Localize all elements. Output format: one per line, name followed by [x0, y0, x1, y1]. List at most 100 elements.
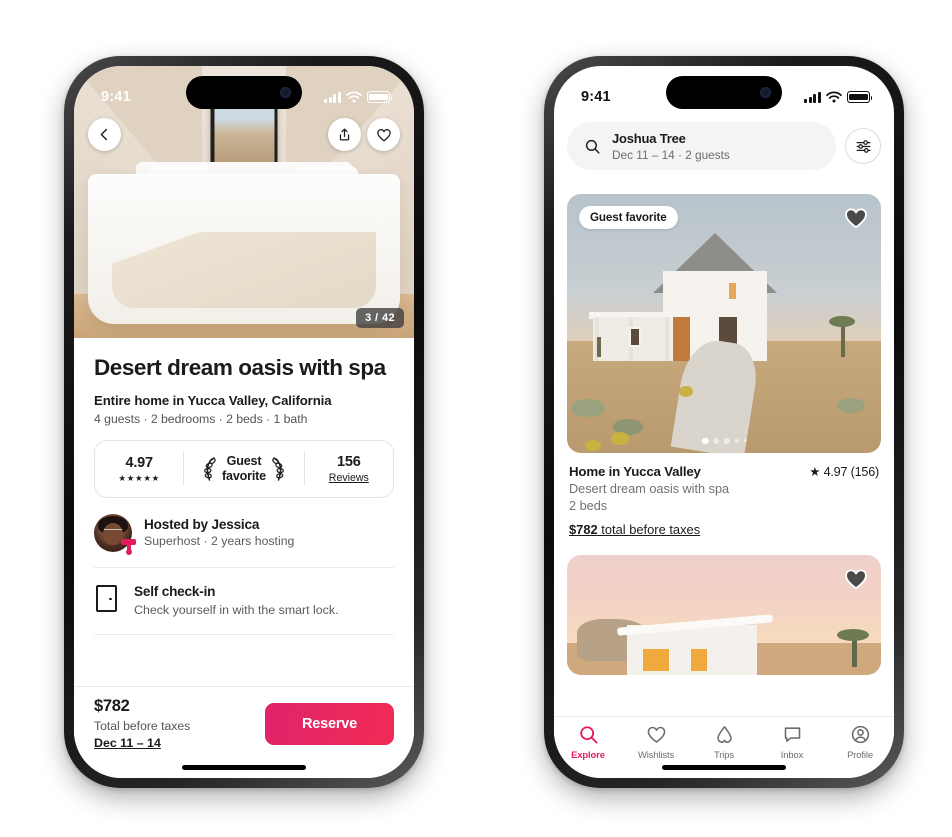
wishlist-heart-button[interactable]: [842, 205, 870, 236]
status-time: 9:41: [581, 89, 611, 105]
tab-explore[interactable]: Explore: [554, 724, 622, 760]
share-button[interactable]: [328, 118, 361, 151]
tab-profile[interactable]: Profile: [826, 724, 894, 760]
reviews-count: 156: [337, 453, 361, 470]
phone-left-listing-detail: 3 / 42 Desert dream oasis with spa Entir…: [64, 56, 424, 788]
guest-favorite-line2: favorite: [222, 468, 266, 483]
phone-left-screen: 3 / 42 Desert dream oasis with spa Entir…: [74, 66, 414, 778]
front-camera-icon: [760, 87, 771, 98]
listing-card-image[interactable]: Guest favorite: [567, 194, 881, 453]
home-indicator: [662, 765, 786, 770]
tab-label: Explore: [571, 749, 605, 760]
listing-detail-body: Desert dream oasis with spa Entire home …: [74, 338, 414, 635]
listing-subtitle: Entire home in Yucca Valley, California: [94, 392, 332, 408]
avatar: [94, 513, 136, 555]
listing-card-price[interactable]: $782 total before taxes: [569, 522, 879, 537]
listing-card[interactable]: [554, 537, 894, 675]
search-details: Dec 11 – 14 · 2 guests: [612, 147, 730, 162]
superhost-badge-icon: [121, 538, 136, 555]
bed: [88, 174, 400, 324]
status-icons: [804, 91, 873, 103]
battery-icon: [367, 91, 393, 103]
reserve-button[interactable]: Reserve: [265, 702, 394, 745]
status-time: 9:41: [101, 89, 131, 105]
photo-counter-badge: 3 / 42: [356, 308, 404, 328]
laurel-wreath-icon: [272, 456, 284, 481]
filter-button[interactable]: [845, 128, 881, 164]
listing-card-info: Home in Yucca Valley ★ 4.97 (156) Desert…: [567, 453, 881, 537]
screenshot-canvas: 3 / 42 Desert dream oasis with spa Entir…: [0, 0, 952, 837]
guest-favorite-line1: Guest: [226, 454, 262, 469]
host-text: Hosted by Jessica Superhost · 2 years ho…: [144, 517, 294, 548]
reviews-label: Reviews: [328, 471, 369, 484]
listing-card-beds: 2 beds: [569, 499, 608, 513]
dynamic-island: [186, 76, 302, 109]
guest-favorite-label: Guest favorite: [222, 454, 266, 482]
stat-rating[interactable]: 4.97 ★★★★★: [95, 441, 183, 497]
heart-filled-icon: [845, 569, 867, 590]
home-indicator: [182, 765, 306, 770]
divider-feature: [94, 633, 394, 635]
search-location: Joshua Tree: [612, 130, 686, 146]
back-button[interactable]: [88, 118, 121, 151]
search-text-block: Joshua Tree Dec 11 – 14 · 2 guests: [612, 131, 730, 162]
search-header: Joshua Tree Dec 11 – 14 · 2 guests: [554, 114, 894, 181]
host-name: Hosted by Jessica: [144, 517, 260, 533]
search-input[interactable]: Joshua Tree Dec 11 – 14 · 2 guests: [567, 122, 836, 170]
listing-stats-card[interactable]: 4.97 ★★★★★ Guest favorite 156 Reviews: [94, 439, 394, 498]
carousel-dots[interactable]: [701, 437, 747, 444]
share-icon: [339, 128, 350, 141]
feature-title: Self check-in: [134, 583, 216, 599]
listing-card-rating: ★ 4.97 (156): [809, 465, 879, 479]
heart-filled-icon: [845, 208, 867, 229]
airbnb-bellhop-icon: [716, 726, 732, 743]
stat-guest-favorite[interactable]: Guest favorite: [184, 441, 303, 497]
tab-label: Inbox: [780, 749, 804, 760]
listings-feed[interactable]: Guest favorite Home in Yucca Valley ★ 4.…: [554, 182, 894, 716]
phone-right-screen: Guest favorite Home in Yucca Valley ★ 4.…: [554, 66, 894, 778]
message-icon: [784, 727, 800, 742]
cellular-bars-icon: [324, 91, 341, 103]
guest-favorite-badge: Guest favorite: [579, 206, 678, 229]
cellular-bars-icon: [804, 91, 821, 103]
tab-wishlists[interactable]: Wishlists: [622, 724, 690, 760]
filter-sliders-icon: [856, 139, 870, 153]
wifi-icon: [346, 91, 362, 103]
tab-label: Profile: [847, 749, 873, 760]
booking-price-note: Total before taxes: [94, 719, 191, 733]
listing-card-image[interactable]: [567, 555, 881, 675]
booking-price: $782: [94, 697, 130, 715]
listing-card[interactable]: Guest favorite Home in Yucca Valley ★ 4.…: [554, 182, 894, 537]
search-icon: [585, 139, 600, 154]
battery-icon: [847, 91, 873, 103]
rating-value: 4.97: [125, 454, 153, 471]
feature-text: Self check-in Check yourself in with the…: [134, 584, 339, 617]
tab-trips[interactable]: Trips: [690, 724, 758, 760]
chevron-left-icon: [100, 128, 108, 141]
tab-label: Trips: [714, 749, 734, 760]
tab-inbox[interactable]: Inbox: [758, 724, 826, 760]
door-icon: [96, 584, 117, 612]
host-row[interactable]: Hosted by Jessica Superhost · 2 years ho…: [94, 498, 394, 567]
wishlist-heart-button[interactable]: [842, 566, 870, 597]
listing-meta: 4 guests · 2 bedrooms · 2 beds · 1 bath: [94, 411, 308, 426]
booking-dates[interactable]: Dec 11 – 14: [94, 736, 190, 750]
listing-title: Desert dream oasis with spa: [94, 355, 386, 380]
listing-card-title: Home in Yucca Valley: [569, 464, 701, 479]
booking-price-block: $782 Total before taxes Dec 11 – 14: [94, 697, 190, 750]
status-icons: [324, 91, 393, 103]
phone-right-search-results: Guest favorite Home in Yucca Valley ★ 4.…: [544, 56, 904, 788]
feature-self-checkin: Self check-in Check yourself in with the…: [94, 568, 394, 634]
stat-reviews[interactable]: 156 Reviews: [305, 441, 393, 497]
listing-card-price-note: total before taxes: [597, 522, 701, 537]
bed-throw: [112, 232, 376, 308]
front-camera-icon: [280, 87, 291, 98]
dynamic-island: [666, 76, 782, 109]
save-listing-button[interactable]: [367, 118, 400, 151]
host-details: Superhost · 2 years hosting: [144, 534, 295, 549]
listing-card-price-amount: $782: [569, 522, 598, 537]
tab-label: Wishlists: [637, 749, 675, 760]
feature-description: Check yourself in with the smart lock.: [134, 602, 339, 617]
heart-outline-icon: [376, 128, 391, 141]
listing-card-header: Home in Yucca Valley ★ 4.97 (156): [569, 464, 879, 479]
